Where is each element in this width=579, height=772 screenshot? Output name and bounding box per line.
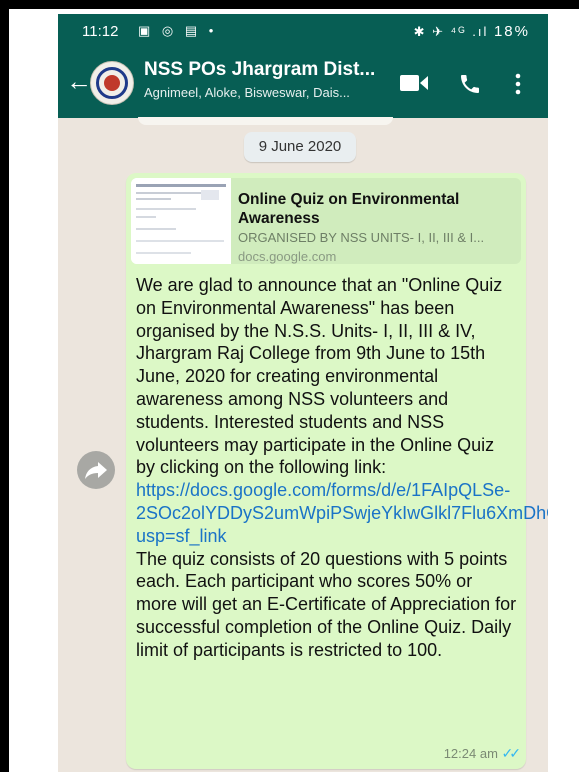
message-body-intro: We are glad to announce that an "Online … bbox=[136, 275, 503, 478]
screenshot-border-left bbox=[0, 0, 9, 772]
link-preview-domain: docs.google.com bbox=[238, 249, 337, 264]
link-preview-title: Online Quiz on Environmental Awareness bbox=[238, 191, 460, 227]
chat-header: ← NSS POs Jhargram Dist... Agnimeel, Alo… bbox=[58, 50, 548, 118]
nss-logo-core bbox=[104, 75, 120, 91]
status-bar: 11:12 ▣ ◎ ▤ • ✱ ✈ ⁴ᴳ .ıl 18% bbox=[58, 14, 548, 50]
phone-call-icon[interactable] bbox=[458, 72, 482, 96]
link-preview-description: ORGANISED BY NSS UNITS- I, II, III & I..… bbox=[238, 230, 485, 245]
message-body-details: The quiz consists of 20 questions with 5… bbox=[136, 548, 517, 660]
message-text: We are glad to announce that an "Online … bbox=[136, 274, 548, 662]
battery-level: 18% bbox=[493, 23, 530, 40]
previous-message-edge bbox=[138, 117, 393, 125]
video-call-icon[interactable] bbox=[399, 72, 429, 94]
date-divider: 9 June 2020 bbox=[244, 132, 356, 162]
screenshot-border-top bbox=[0, 0, 579, 9]
status-time: 11:12 bbox=[82, 23, 119, 40]
notification-icons: ▣ ◎ ▤ • bbox=[138, 23, 218, 38]
link-preview-thumbnail bbox=[131, 178, 231, 264]
quiz-form-link[interactable]: https://docs.google.com/forms/d/e/1FAIpQ… bbox=[136, 480, 548, 546]
link-preview[interactable]: Online Quiz on Environmental Awareness O… bbox=[131, 178, 521, 264]
read-receipt-icon: ✓✓ bbox=[501, 745, 522, 761]
signal-icons: ✱ ✈ ⁴ᴳ .ıl bbox=[413, 24, 489, 39]
message-bubble[interactable]: Online Quiz on Environmental Awareness O… bbox=[126, 173, 548, 769]
forward-arrow-icon bbox=[85, 462, 107, 479]
forward-button[interactable] bbox=[77, 451, 115, 489]
message-timestamp: 12:24 am bbox=[443, 746, 498, 761]
chat-title[interactable]: NSS POs Jhargram Dist... bbox=[144, 59, 375, 81]
chat-participants[interactable]: Agnimeel, Aloke, Bisweswar, Dais... bbox=[144, 85, 350, 100]
phone-screen: 11:12 ▣ ◎ ▤ • ✱ ✈ ⁴ᴳ .ıl 18% ← NSS POs J… bbox=[58, 14, 548, 772]
status-right: ✱ ✈ ⁴ᴳ .ıl 18% bbox=[414, 23, 530, 40]
back-arrow-icon[interactable]: ← bbox=[66, 68, 92, 94]
form-thumbnail-image bbox=[131, 178, 231, 264]
group-avatar[interactable] bbox=[90, 61, 134, 105]
message-meta: 12:24 am ✓✓ bbox=[443, 745, 522, 762]
overflow-menu-icon[interactable] bbox=[513, 72, 523, 96]
